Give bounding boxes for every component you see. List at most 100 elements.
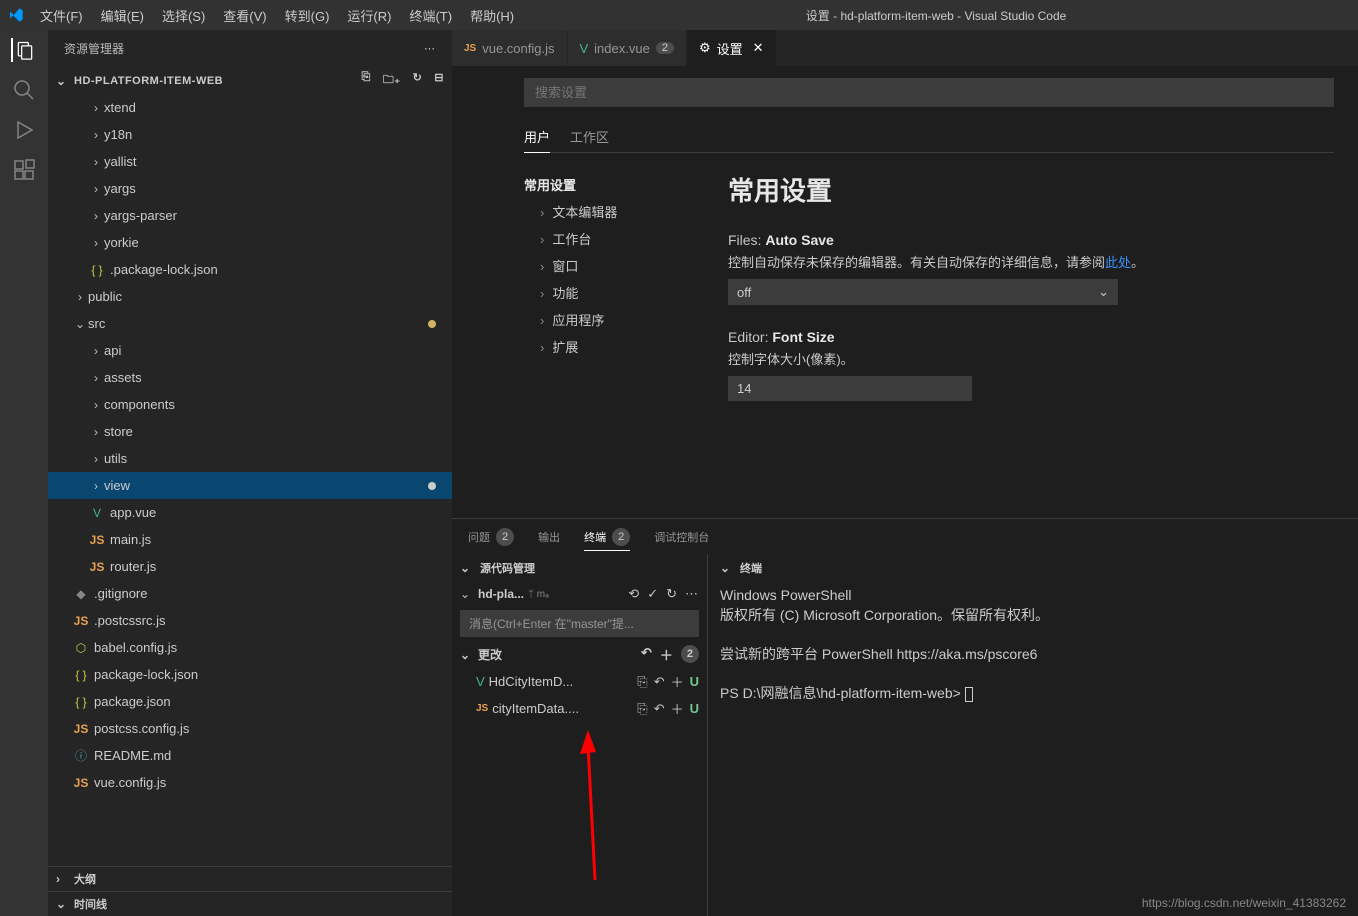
nav-workbench[interactable]: 工作台 — [524, 225, 704, 252]
terminal-content[interactable]: Windows PowerShell 版权所有 (C) Microsoft Co… — [708, 582, 1358, 916]
sidebar-title: 资源管理器 — [64, 40, 124, 57]
settings-icon: ⚙ — [699, 40, 711, 56]
scm-message-input[interactable]: 消息(Ctrl+Enter 在"master"提... — [460, 610, 699, 637]
folder-view[interactable]: ›view — [48, 472, 452, 499]
chevron-down-icon: ⌄ — [1098, 284, 1109, 300]
autosave-link[interactable]: 此处 — [1105, 255, 1131, 270]
stage-icon[interactable]: ＋ — [671, 699, 684, 718]
file-babel[interactable]: ⬡babel.config.js — [48, 634, 452, 661]
modified-dot-icon — [428, 482, 436, 490]
nav-common[interactable]: 常用设置 — [524, 171, 704, 198]
chevron-down-icon: ⌄ — [56, 74, 70, 88]
discard-icon[interactable]: ↶ — [654, 701, 665, 717]
tab-vueconfig[interactable]: JSvue.config.js — [452, 30, 568, 66]
folder-components[interactable]: ›components — [48, 391, 452, 418]
commit-icon[interactable]: ✓ — [647, 586, 658, 602]
scm-file-1[interactable]: VHdCityItemD... ⎘↶＋U — [452, 668, 707, 695]
discard-icon[interactable]: ↶ — [641, 645, 652, 664]
panel-tab-problems[interactable]: 问题2 — [468, 528, 514, 546]
stage-icon[interactable]: ＋ — [660, 645, 673, 664]
file-readme[interactable]: ⓘREADME.md — [48, 742, 452, 769]
autosave-select[interactable]: off⌄ — [728, 279, 1118, 305]
scm-file-2[interactable]: JScityItemData.... ⎘↶＋U — [452, 695, 707, 722]
nav-text-editor[interactable]: 文本编辑器 — [524, 198, 704, 225]
file-postcss[interactable]: JSpostcss.config.js — [48, 715, 452, 742]
open-file-icon[interactable]: ⎘ — [637, 674, 647, 690]
scm-changes-header[interactable]: ⌄更改 ↶＋2 — [452, 641, 707, 668]
stage-icon[interactable]: ＋ — [671, 672, 684, 691]
file-pkg[interactable]: { }package.json — [48, 688, 452, 715]
new-folder-icon[interactable]: 🗀₊ — [383, 71, 401, 90]
sync-icon[interactable]: ⟲ — [628, 586, 639, 602]
menu-terminal[interactable]: 终端(T) — [401, 2, 460, 29]
file-vueconfig[interactable]: JSvue.config.js — [48, 769, 452, 796]
timeline-section[interactable]: ⌄时间线 — [48, 891, 452, 916]
tab-index-vue[interactable]: Vindex.vue2 — [568, 30, 687, 66]
menubar: 文件(F) 编辑(E) 选择(S) 查看(V) 转到(G) 运行(R) 终端(T… — [32, 2, 522, 29]
sidebar-more-icon[interactable]: ⋯ — [424, 42, 436, 55]
folder-utils[interactable]: ›utils — [48, 445, 452, 472]
file-pkg-lock[interactable]: { }package-lock.json — [48, 661, 452, 688]
settings-search-input[interactable] — [524, 78, 1334, 107]
watermark-url: https://blog.csdn.net/weixin_41383262 — [1142, 896, 1346, 910]
folder-src[interactable]: ⌄src — [48, 310, 452, 337]
file-app-vue[interactable]: Vapp.vue — [48, 499, 452, 526]
folder-api[interactable]: ›api — [48, 337, 452, 364]
folder-store[interactable]: ›store — [48, 418, 452, 445]
menu-help[interactable]: 帮助(H) — [462, 2, 522, 29]
project-name: HD-PLATFORM-ITEM-WEB — [74, 75, 223, 87]
panel-tab-output[interactable]: 输出 — [538, 529, 560, 545]
file-postcssrc[interactable]: JS.postcssrc.js — [48, 607, 452, 634]
folder-xtend[interactable]: ›xtend — [48, 94, 452, 121]
tab-user[interactable]: 用户 — [524, 121, 550, 153]
refresh-icon[interactable]: ↻ — [666, 586, 677, 602]
nav-ext[interactable]: 扩展 — [524, 333, 704, 360]
open-file-icon[interactable]: ⎘ — [637, 701, 647, 717]
nav-window[interactable]: 窗口 — [524, 252, 704, 279]
folder-yargs[interactable]: ›yargs — [48, 175, 452, 202]
scm-header[interactable]: ⌄源代码管理 — [452, 554, 707, 582]
settings-nav: 常用设置 文本编辑器 工作台 窗口 功能 应用程序 扩展 — [524, 171, 704, 425]
folder-public[interactable]: ›public — [48, 283, 452, 310]
extensions-icon[interactable] — [12, 158, 36, 182]
menu-edit[interactable]: 编辑(E) — [93, 2, 152, 29]
more-icon[interactable]: ⋯ — [685, 586, 699, 602]
discard-icon[interactable]: ↶ — [654, 674, 665, 690]
nav-app[interactable]: 应用程序 — [524, 306, 704, 333]
tab-settings[interactable]: ⚙设置✕ — [687, 30, 777, 66]
settings-editor: 用户 工作区 常用设置 文本编辑器 工作台 窗口 功能 应用程序 扩展 常用设置… — [452, 66, 1358, 518]
panel-tab-debug[interactable]: 调试控制台 — [654, 529, 709, 545]
menu-file[interactable]: 文件(F) — [32, 2, 91, 29]
collapse-icon[interactable]: ⊟ — [434, 71, 444, 90]
new-file-icon[interactable]: ⎘ — [361, 71, 370, 90]
folder-yorkie[interactable]: ›yorkie — [48, 229, 452, 256]
refresh-icon[interactable]: ↻ — [413, 71, 423, 90]
folder-yargs-parser[interactable]: ›yargs-parser — [48, 202, 452, 229]
search-icon[interactable] — [12, 78, 36, 102]
folder-yallist[interactable]: ›yallist — [48, 148, 452, 175]
titlebar: 文件(F) 编辑(E) 选择(S) 查看(V) 转到(G) 运行(R) 终端(T… — [0, 0, 1358, 30]
menu-go[interactable]: 转到(G) — [277, 2, 338, 29]
tab-workspace[interactable]: 工作区 — [570, 121, 609, 152]
folder-assets[interactable]: ›assets — [48, 364, 452, 391]
close-icon[interactable]: ✕ — [753, 40, 764, 56]
fontsize-input[interactable] — [728, 376, 972, 401]
file-tree: ›xtend ›y18n ›yallist ›yargs ›yargs-pars… — [48, 94, 452, 866]
explorer-icon[interactable] — [11, 38, 35, 62]
menu-run[interactable]: 运行(R) — [339, 2, 399, 29]
menu-selection[interactable]: 选择(S) — [154, 2, 213, 29]
terminal-header[interactable]: ⌄终端 — [708, 554, 1358, 582]
nav-features[interactable]: 功能 — [524, 279, 704, 306]
menu-view[interactable]: 查看(V) — [215, 2, 274, 29]
run-icon[interactable] — [12, 118, 36, 142]
project-header[interactable]: ⌄ HD-PLATFORM-ITEM-WEB ⎘ 🗀₊ ↻ ⊟ — [48, 67, 452, 94]
file-router-js[interactable]: JSrouter.js — [48, 553, 452, 580]
panel-area: 问题2 输出 终端2 调试控制台 ⌄源代码管理 ⌄hd-pla... ᛘ mₐ … — [452, 518, 1358, 916]
scm-repo[interactable]: ⌄hd-pla... ᛘ mₐ ⟲ ✓ ↻ ⋯ — [452, 582, 707, 606]
panel-tab-terminal[interactable]: 终端2 — [584, 528, 630, 551]
file-package-lock[interactable]: { }.package-lock.json — [48, 256, 452, 283]
file-gitignore[interactable]: ◆.gitignore — [48, 580, 452, 607]
file-main-js[interactable]: JSmain.js — [48, 526, 452, 553]
folder-y18n[interactable]: ›y18n — [48, 121, 452, 148]
outline-section[interactable]: ›大纲 — [48, 866, 452, 891]
